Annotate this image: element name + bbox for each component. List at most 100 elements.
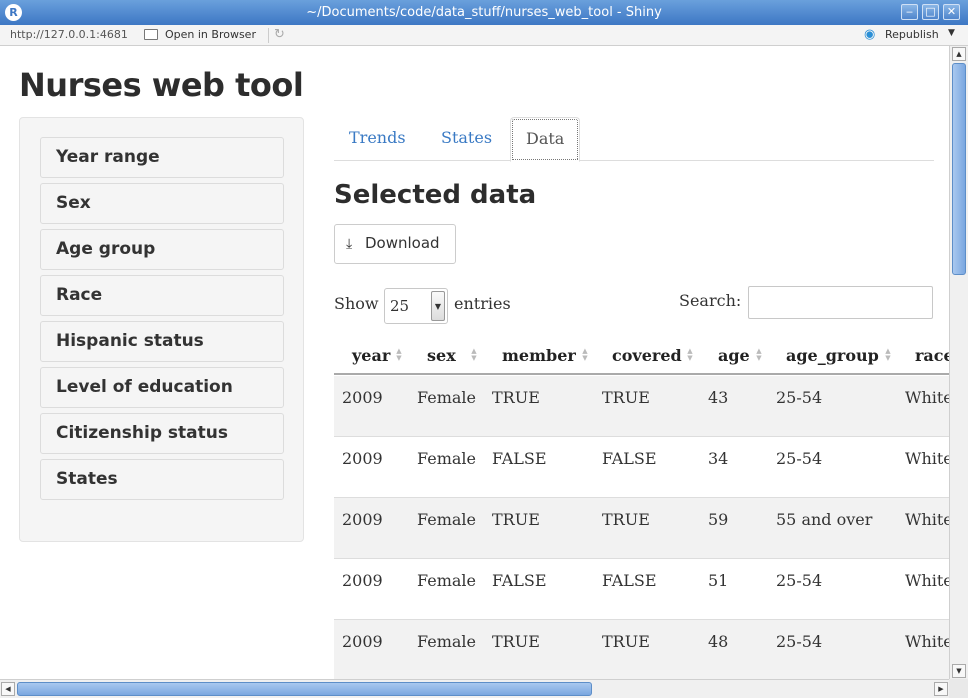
sidebar-item-states[interactable]: States — [40, 459, 284, 500]
cell-year: 2009 — [342, 632, 383, 651]
cell-age: 43 — [708, 388, 729, 407]
cell-member: TRUE — [492, 388, 540, 407]
cell-race: White — [905, 632, 949, 651]
sort-icon[interactable]: ▲ ▼ — [470, 348, 478, 362]
republish-dropdown-caret-icon[interactable]: ▼ — [948, 28, 955, 38]
download-icon: ⤓ — [346, 236, 353, 252]
cell-race: White — [905, 449, 949, 468]
cell-covered: TRUE — [602, 388, 650, 407]
table-row[interactable]: 2009 Female TRUE TRUE 59 55 and over Whi… — [334, 498, 949, 559]
sidebar-item-level-of-education[interactable]: Level of education — [40, 367, 284, 408]
cell-age: 51 — [708, 571, 729, 590]
sidebar-item-sex[interactable]: Sex — [40, 183, 284, 224]
table-row[interactable]: 2009 Female TRUE TRUE 43 25-54 White — [334, 376, 949, 437]
entries-length-value: 25 — [390, 297, 410, 315]
tab-data[interactable]: Data — [510, 117, 581, 162]
chevron-down-icon[interactable]: ▼ — [431, 291, 445, 321]
show-label: Show — [334, 294, 379, 313]
cell-race: White — [905, 571, 949, 590]
cell-age-group: 25-54 — [776, 449, 823, 468]
window-title: ~/Documents/code/data_stuff/nurses_web_t… — [306, 5, 662, 20]
cell-covered: FALSE — [602, 571, 657, 590]
column-header-race[interactable]: race — [915, 346, 949, 365]
sidebar-item-hispanic-status[interactable]: Hispanic status — [40, 321, 284, 362]
cell-age: 34 — [708, 449, 729, 468]
table-row[interactable]: 2009 Female TRUE TRUE 48 25-54 White — [334, 620, 949, 679]
scroll-left-icon[interactable]: ◀ — [1, 682, 15, 696]
sort-icon[interactable]: ▲ ▼ — [755, 348, 763, 362]
download-label: Download — [365, 234, 440, 252]
republish-button[interactable]: Republish — [885, 28, 939, 41]
section-title: Selected data — [334, 180, 537, 210]
cell-age: 48 — [708, 632, 729, 651]
browser-window-icon[interactable] — [144, 29, 158, 40]
toolbar-divider — [268, 28, 269, 43]
maximize-button[interactable]: □ — [922, 4, 939, 20]
column-header-age-group[interactable]: age_group — [786, 346, 879, 365]
cell-covered: TRUE — [602, 510, 650, 529]
cell-sex: Female — [417, 632, 476, 651]
search-label: Search: — [679, 291, 742, 310]
cell-age-group: 25-54 — [776, 632, 823, 651]
table-header-row: year ▲ ▼ sex ▲ ▼ member ▲ ▼ covered ▲ ▼ age … — [334, 336, 949, 375]
column-header-year[interactable]: year — [352, 346, 390, 365]
open-in-browser-button[interactable]: Open in Browser — [165, 28, 256, 41]
column-header-age[interactable]: age — [718, 346, 750, 365]
url-label: http://127.0.0.1:4681 — [10, 28, 128, 41]
cell-age-group: 25-54 — [776, 571, 823, 590]
tab-trends[interactable]: Trends — [334, 117, 421, 161]
cell-sex: Female — [417, 449, 476, 468]
sidebar-panel: Year range Sex Age group Race Hispanic s… — [19, 117, 304, 542]
sort-icon[interactable]: ▲ ▼ — [581, 348, 589, 362]
sort-icon[interactable]: ▲ ▼ — [884, 348, 892, 362]
cell-member: TRUE — [492, 510, 540, 529]
column-header-covered[interactable]: covered — [612, 346, 682, 365]
vertical-scrollbar[interactable]: ▲ ▼ — [949, 46, 968, 679]
sidebar-item-citizenship-status[interactable]: Citizenship status — [40, 413, 284, 454]
entries-length-select[interactable]: 25 ▼ — [384, 288, 448, 324]
search-input[interactable] — [748, 286, 933, 319]
table-row[interactable]: 2009 Female FALSE FALSE 34 25-54 White — [334, 437, 949, 498]
viewer-toolbar: http://127.0.0.1:4681 Open in Browser ↻ … — [0, 25, 968, 46]
horizontal-scrollbar[interactable]: ◀ ▶ — [0, 679, 949, 698]
minimize-button[interactable]: ‒ — [901, 4, 918, 20]
page-title: Nurses web tool — [19, 66, 304, 104]
sidebar-item-race[interactable]: Race — [40, 275, 284, 316]
cell-sex: Female — [417, 510, 476, 529]
cell-covered: TRUE — [602, 632, 650, 651]
cell-race: White — [905, 388, 949, 407]
cell-member: FALSE — [492, 571, 547, 590]
cell-year: 2009 — [342, 510, 383, 529]
refresh-icon[interactable]: ↻ — [274, 27, 285, 42]
cell-year: 2009 — [342, 571, 383, 590]
cell-year: 2009 — [342, 388, 383, 407]
republish-icon[interactable]: ◉ — [864, 27, 875, 42]
cell-member: TRUE — [492, 632, 540, 651]
sidebar-item-age-group[interactable]: Age group — [40, 229, 284, 270]
horizontal-scroll-thumb[interactable] — [17, 682, 592, 696]
scroll-down-icon[interactable]: ▼ — [952, 664, 966, 678]
app-viewport: Nurses web tool Year range Sex Age group… — [0, 46, 949, 679]
sort-icon[interactable]: ▲ ▼ — [686, 348, 694, 362]
close-button[interactable]: ✕ — [943, 4, 960, 20]
column-header-sex[interactable]: sex — [427, 346, 456, 365]
cell-age-group: 55 and over — [776, 510, 873, 529]
column-header-member[interactable]: member — [502, 346, 576, 365]
cell-race: White — [905, 510, 949, 529]
tab-states[interactable]: States — [426, 117, 507, 161]
table-row[interactable]: 2009 Female FALSE FALSE 51 25-54 White — [334, 559, 949, 620]
entries-label: entries — [454, 294, 511, 313]
cell-sex: Female — [417, 388, 476, 407]
cell-age-group: 25-54 — [776, 388, 823, 407]
sort-icon[interactable]: ▲ ▼ — [395, 348, 403, 362]
tab-bar: Trends States Data — [334, 117, 934, 162]
download-button[interactable]: ⤓ Download — [334, 224, 456, 264]
cell-sex: Female — [417, 571, 476, 590]
vertical-scroll-thumb[interactable] — [952, 63, 966, 275]
cell-age: 59 — [708, 510, 729, 529]
scrollbar-corner — [949, 679, 968, 698]
scroll-right-icon[interactable]: ▶ — [934, 682, 948, 696]
cell-member: FALSE — [492, 449, 547, 468]
scroll-up-icon[interactable]: ▲ — [952, 47, 966, 61]
sidebar-item-year-range[interactable]: Year range — [40, 137, 284, 178]
